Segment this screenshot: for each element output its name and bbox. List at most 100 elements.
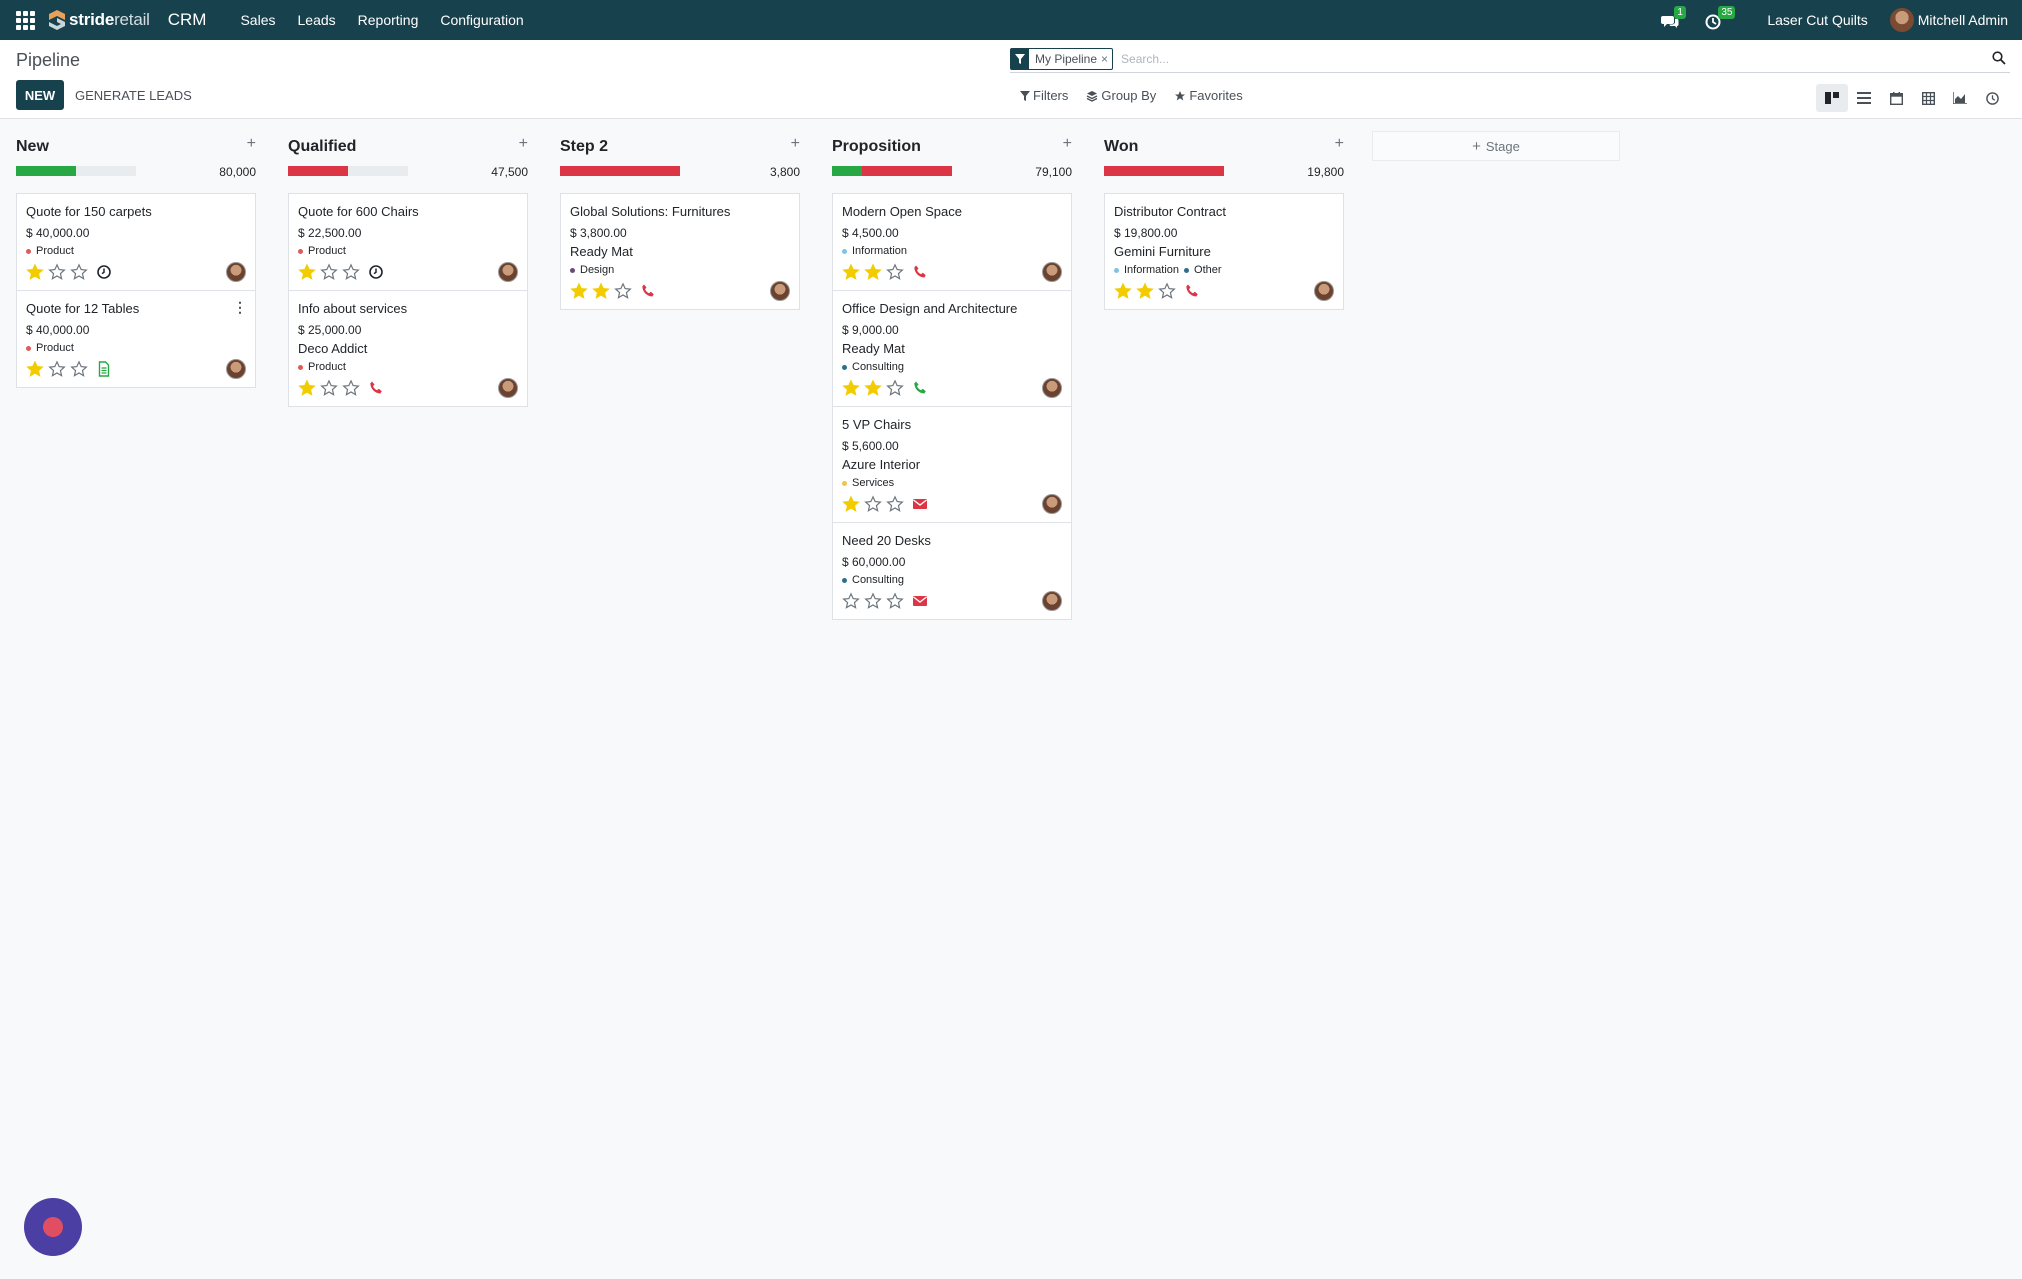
salesperson-avatar[interactable] bbox=[1314, 281, 1334, 301]
quick-create-plus-icon[interactable]: + bbox=[1335, 135, 1344, 153]
groupby-toggle[interactable]: Group By bbox=[1086, 88, 1156, 103]
calendar-view-button[interactable] bbox=[1880, 84, 1912, 112]
priority-star-icon[interactable] bbox=[48, 360, 66, 378]
lead-card[interactable]: Quote for 150 carpets $ 40,000.00 Product bbox=[16, 193, 256, 291]
priority-star-icon[interactable] bbox=[570, 282, 588, 300]
menu-sales[interactable]: Sales bbox=[240, 12, 275, 28]
priority-star-icon[interactable] bbox=[26, 263, 44, 281]
salesperson-avatar[interactable] bbox=[1042, 378, 1062, 398]
quick-create-plus-icon[interactable]: + bbox=[247, 135, 256, 153]
lead-card[interactable]: Global Solutions: Furnitures $ 3,800.00 Re… bbox=[560, 193, 800, 310]
column-progress-bar[interactable] bbox=[560, 166, 680, 176]
priority-star-icon[interactable] bbox=[886, 263, 904, 281]
progress-overdue-segment[interactable] bbox=[288, 166, 348, 176]
activity-phone-icon[interactable] bbox=[368, 380, 384, 396]
favorites-toggle[interactable]: Favorites bbox=[1174, 88, 1243, 103]
column-title[interactable]: Step 2 bbox=[560, 138, 608, 156]
column-progress-bar[interactable] bbox=[16, 166, 136, 176]
priority-star-icon[interactable] bbox=[592, 282, 610, 300]
user-menu[interactable]: Mitchell Admin bbox=[1889, 8, 2008, 32]
priority-star-icon[interactable] bbox=[320, 379, 338, 397]
priority-star-icon[interactable] bbox=[342, 379, 360, 397]
priority-star-icon[interactable] bbox=[1158, 282, 1176, 300]
search-icon[interactable] bbox=[1992, 51, 2006, 65]
menu-reporting[interactable]: Reporting bbox=[358, 12, 419, 28]
quick-create-plus-icon[interactable]: + bbox=[519, 135, 528, 153]
column-title[interactable]: New bbox=[16, 138, 49, 156]
salesperson-avatar[interactable] bbox=[498, 378, 518, 398]
salesperson-avatar[interactable] bbox=[770, 281, 790, 301]
activity-phone-icon[interactable] bbox=[912, 264, 928, 280]
column-progress-bar[interactable] bbox=[832, 166, 952, 176]
generate-leads-button[interactable]: GENERATE LEADS bbox=[75, 80, 192, 110]
salesperson-avatar[interactable] bbox=[1042, 262, 1062, 282]
priority-star-icon[interactable] bbox=[70, 263, 88, 281]
priority-star-icon[interactable] bbox=[864, 379, 882, 397]
priority-star-icon[interactable] bbox=[864, 263, 882, 281]
salesperson-avatar[interactable] bbox=[498, 262, 518, 282]
progress-won-segment[interactable] bbox=[832, 166, 862, 176]
priority-star-icon[interactable] bbox=[842, 592, 860, 610]
pivot-view-button[interactable] bbox=[1912, 84, 1944, 112]
lead-card[interactable]: Modern Open Space $ 4,500.00 Information bbox=[832, 193, 1072, 291]
search-facet[interactable]: My Pipeline × bbox=[1010, 48, 1114, 70]
priority-star-icon[interactable] bbox=[614, 282, 632, 300]
brand-logo[interactable]: strideretail bbox=[48, 9, 150, 31]
kanban-view-button[interactable] bbox=[1816, 84, 1848, 112]
filters-toggle[interactable]: Filters bbox=[1020, 88, 1068, 103]
app-name[interactable]: CRM bbox=[168, 10, 207, 30]
priority-star-icon[interactable] bbox=[26, 360, 44, 378]
progress-won-segment[interactable] bbox=[16, 166, 76, 176]
priority-star-icon[interactable] bbox=[886, 592, 904, 610]
priority-star-icon[interactable] bbox=[342, 263, 360, 281]
priority-star-icon[interactable] bbox=[842, 495, 860, 513]
lead-card[interactable]: Need 20 Desks $ 60,000.00 Consulting bbox=[832, 522, 1072, 620]
activity-phone-icon[interactable] bbox=[640, 283, 656, 299]
column-title[interactable]: Qualified bbox=[288, 138, 356, 156]
activity-clock-icon[interactable] bbox=[96, 264, 112, 280]
priority-star-icon[interactable] bbox=[298, 379, 316, 397]
app-grid-icon[interactable] bbox=[14, 9, 36, 31]
priority-star-icon[interactable] bbox=[48, 263, 66, 281]
menu-leads[interactable]: Leads bbox=[298, 12, 336, 28]
priority-star-icon[interactable] bbox=[320, 263, 338, 281]
livechat-button[interactable] bbox=[24, 1198, 82, 1256]
salesperson-avatar[interactable] bbox=[226, 359, 246, 379]
activity-email-icon[interactable] bbox=[912, 496, 928, 512]
card-menu-icon[interactable]: ⋮ bbox=[233, 299, 247, 316]
activity-phone-icon[interactable] bbox=[1184, 283, 1200, 299]
menu-configuration[interactable]: Configuration bbox=[440, 12, 523, 28]
activity-clock-icon[interactable] bbox=[368, 264, 384, 280]
priority-star-icon[interactable] bbox=[864, 495, 882, 513]
column-progress-bar[interactable] bbox=[288, 166, 408, 176]
quick-create-plus-icon[interactable]: + bbox=[791, 135, 800, 153]
lead-card[interactable]: 5 VP Chairs $ 5,600.00 Azure Interior Servi… bbox=[832, 406, 1072, 523]
activity-phone-icon[interactable] bbox=[912, 380, 928, 396]
salesperson-avatar[interactable] bbox=[226, 262, 246, 282]
priority-star-icon[interactable] bbox=[842, 263, 860, 281]
progress-overdue-segment[interactable] bbox=[862, 166, 952, 176]
priority-star-icon[interactable] bbox=[1136, 282, 1154, 300]
search-input[interactable] bbox=[1119, 51, 1984, 67]
column-title[interactable]: Won bbox=[1104, 138, 1138, 156]
lead-card[interactable]: Quote for 600 Chairs $ 22,500.00 Product bbox=[288, 193, 528, 291]
priority-star-icon[interactable] bbox=[1114, 282, 1132, 300]
salesperson-avatar[interactable] bbox=[1042, 494, 1062, 514]
company-switcher[interactable]: Laser Cut Quilts bbox=[1767, 12, 1867, 28]
priority-star-icon[interactable] bbox=[298, 263, 316, 281]
priority-star-icon[interactable] bbox=[842, 379, 860, 397]
lead-card[interactable]: Office Design and Architecture $ 9,000.00… bbox=[832, 290, 1072, 407]
activity-email-icon[interactable] bbox=[912, 593, 928, 609]
activity-view-button[interactable] bbox=[1976, 84, 2008, 112]
add-stage-button[interactable]: + Stage bbox=[1372, 131, 1620, 161]
progress-overdue-segment[interactable] bbox=[560, 166, 680, 176]
priority-star-icon[interactable] bbox=[70, 360, 88, 378]
column-title[interactable]: Proposition bbox=[832, 138, 921, 156]
activity-document-icon[interactable] bbox=[96, 361, 112, 377]
activities-button[interactable]: 35 bbox=[1705, 6, 1736, 30]
messaging-button[interactable]: 1 bbox=[1661, 6, 1686, 30]
column-progress-bar[interactable] bbox=[1104, 166, 1224, 176]
progress-overdue-segment[interactable] bbox=[1104, 166, 1224, 176]
priority-star-icon[interactable] bbox=[864, 592, 882, 610]
list-view-button[interactable] bbox=[1848, 84, 1880, 112]
